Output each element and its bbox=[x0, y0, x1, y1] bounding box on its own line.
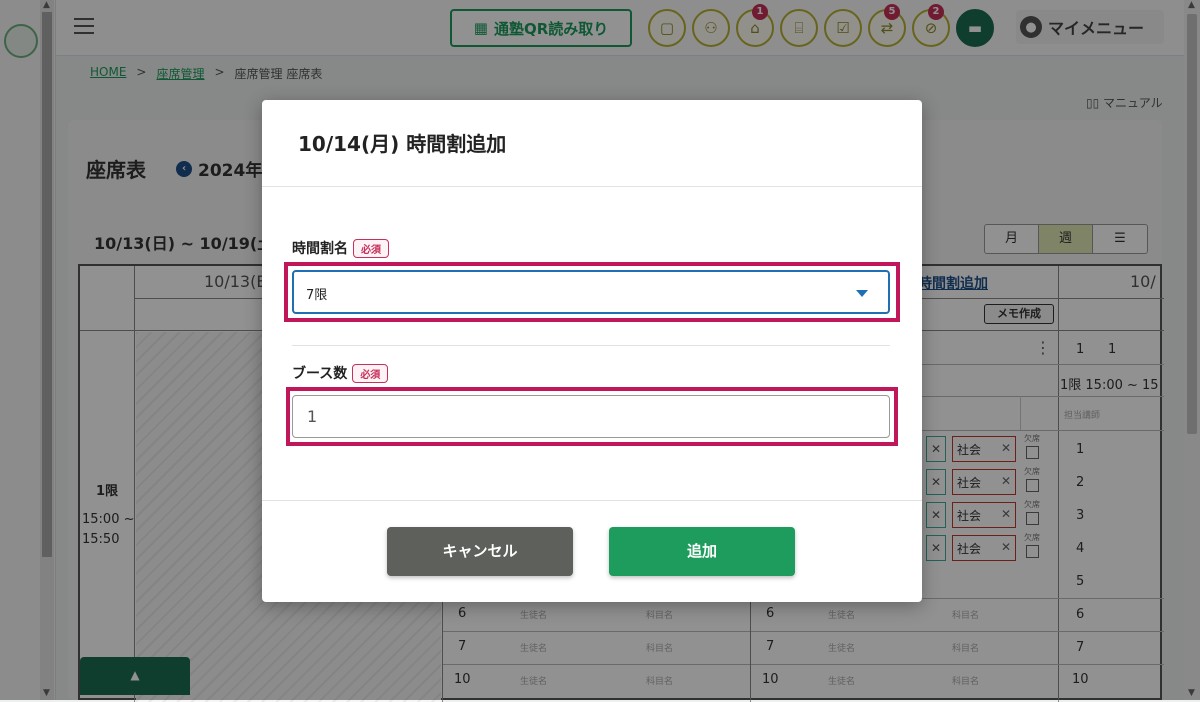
required-badge: 必須 bbox=[352, 363, 389, 383]
timetable-name-label: 時間割名 必須 bbox=[292, 238, 389, 258]
add-timetable-dialog: 10/14(月) 時間割追加 時間割名 必須 7限 ブース数 必須 1 キャンセ… bbox=[262, 100, 922, 602]
cancel-button[interactable]: キャンセル bbox=[387, 527, 573, 576]
timetable-name-text: 時間割名 bbox=[292, 241, 348, 257]
dropdown-arrow-icon[interactable] bbox=[856, 290, 868, 297]
divider bbox=[262, 186, 922, 187]
divider bbox=[262, 500, 922, 501]
booth-count-input[interactable]: 1 bbox=[292, 395, 890, 438]
timetable-name-value: 7限 bbox=[306, 288, 328, 303]
booth-count-label: ブース数 必須 bbox=[292, 363, 389, 383]
booth-count-text: ブース数 bbox=[292, 366, 348, 382]
timetable-name-select[interactable]: 7限 bbox=[292, 270, 890, 314]
required-badge: 必須 bbox=[353, 238, 389, 258]
add-button[interactable]: 追加 bbox=[609, 527, 795, 576]
dialog-title: 10/14(月) 時間割追加 bbox=[298, 132, 507, 156]
divider bbox=[292, 345, 890, 346]
